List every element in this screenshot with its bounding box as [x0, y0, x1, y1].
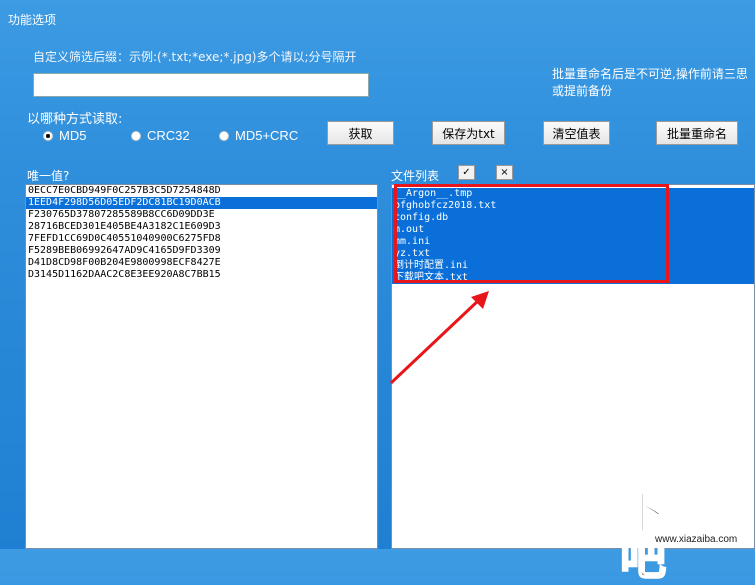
highlight-box: [394, 184, 669, 283]
batch-rename-button[interactable]: 批量重命名: [656, 121, 738, 145]
list-item[interactable]: F5289BEB06992647AD9C4165D9FD3309: [26, 245, 377, 257]
radio-dot-icon: [43, 130, 53, 141]
unique-list[interactable]: 0ECC7E0CBD949F0C257B3C5D7254848D 1EED4F2…: [25, 184, 378, 549]
window-title: 功能选项: [8, 13, 57, 27]
unique-label: 唯一值?: [27, 169, 70, 183]
watermark-url: www.xiazaiba.com: [655, 534, 738, 545]
list-item[interactable]: D41D8CD98F00B204E9800998ECF8427E: [26, 257, 377, 269]
filter-input[interactable]: [33, 73, 369, 97]
check-icon[interactable]: ✓: [458, 165, 475, 180]
read-mode-label: 以哪种方式读取:: [27, 112, 123, 127]
radio-md5[interactable]: MD5: [43, 128, 86, 143]
filter-label: 自定义筛选后缀：示例:(*.txt;*exe;*.jpg)多个请以;分号隔开: [33, 50, 357, 64]
close-icon[interactable]: ×: [496, 165, 513, 180]
radio-md5-label: MD5: [59, 128, 87, 143]
radio-dot-icon: [131, 130, 141, 141]
radio-md5crc[interactable]: MD5+CRC: [219, 128, 298, 143]
list-item[interactable]: D3145D1162DAAC2C8E3EE920A8C7BB15: [26, 269, 377, 281]
clear-button[interactable]: 清空值表: [543, 121, 610, 145]
radio-crc32[interactable]: CRC32: [131, 128, 190, 143]
radio-md5crc-label: MD5+CRC: [235, 128, 299, 143]
list-item[interactable]: 7FEFD1CC69D0C40551040900C6275FD8: [26, 233, 377, 245]
list-item[interactable]: 0ECC7E0CBD949F0C257B3C5D7254848D: [26, 185, 377, 197]
save-txt-button[interactable]: 保存为txt: [432, 121, 505, 145]
list-item[interactable]: 28716BCED301E405BE4A3182C1E609D3: [26, 221, 377, 233]
annotation-arrow-icon: [389, 291, 489, 385]
fetch-button[interactable]: 获取: [327, 121, 394, 145]
list-item[interactable]: 1EED4F298D56D05EDF2DC81BC19D0ACB: [26, 197, 377, 209]
warning-text: 批量重命名后是不可逆,操作前请三思或提前备份: [552, 67, 748, 98]
radio-dot-icon: [219, 130, 229, 141]
list-item[interactable]: F230765D37807285589B8CC6D09DD3E: [26, 209, 377, 221]
filelist-label: 文件列表: [391, 169, 440, 183]
radio-crc32-label: CRC32: [147, 128, 190, 143]
